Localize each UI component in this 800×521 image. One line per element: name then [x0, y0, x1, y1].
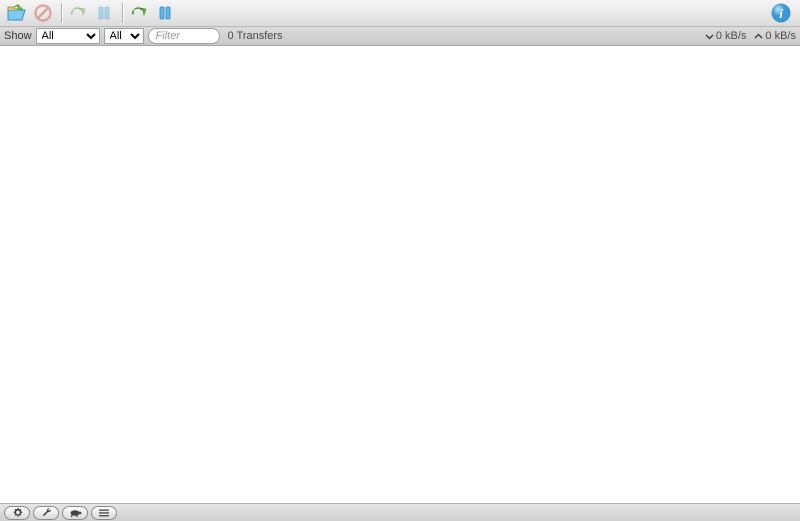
chevron-down-icon	[705, 32, 714, 41]
filter-input[interactable]	[148, 28, 220, 44]
gear-icon	[12, 507, 23, 518]
torrent-list	[0, 46, 800, 503]
upload-speed-value: 0 kB/s	[765, 30, 796, 42]
main-toolbar: i	[0, 0, 800, 27]
pause-all-button[interactable]	[153, 2, 177, 24]
toolbar-separator	[122, 3, 123, 23]
settings-button[interactable]	[4, 506, 30, 520]
prohibit-icon	[34, 4, 52, 22]
resume-all-button[interactable]	[126, 2, 150, 24]
transfers-count-label: 0 Transfers	[228, 30, 283, 42]
download-speed[interactable]: 0 kB/s	[705, 30, 747, 42]
pause-all-icon	[157, 5, 173, 21]
tools-button[interactable]	[33, 506, 59, 520]
status-bar	[0, 503, 800, 521]
pause-button[interactable]	[92, 2, 116, 24]
resume-all-icon	[129, 5, 147, 21]
compact-view-button[interactable]	[91, 506, 117, 520]
info-button[interactable]: i	[769, 2, 793, 24]
filter-bar: Show All All 0 Transfers 0 kB/s 0 kB/s	[0, 27, 800, 46]
svg-text:i: i	[779, 6, 783, 21]
turtle-button[interactable]	[62, 506, 88, 520]
toolbar-separator	[61, 3, 62, 23]
list-icon	[98, 508, 110, 518]
resume-icon	[68, 5, 86, 21]
tracker-filter-select[interactable]: All	[104, 28, 144, 44]
state-filter-select[interactable]: All	[36, 28, 100, 44]
download-speed-value: 0 kB/s	[716, 30, 747, 42]
wrench-icon	[41, 507, 52, 518]
upload-speed[interactable]: 0 kB/s	[754, 30, 796, 42]
info-icon: i	[771, 3, 791, 23]
show-label: Show	[4, 30, 32, 42]
folder-open-icon	[6, 4, 26, 22]
turtle-icon	[68, 508, 82, 518]
remove-button[interactable]	[31, 2, 55, 24]
resume-button[interactable]	[65, 2, 89, 24]
open-button[interactable]	[4, 2, 28, 24]
chevron-up-icon	[754, 32, 763, 41]
pause-icon	[96, 5, 112, 21]
